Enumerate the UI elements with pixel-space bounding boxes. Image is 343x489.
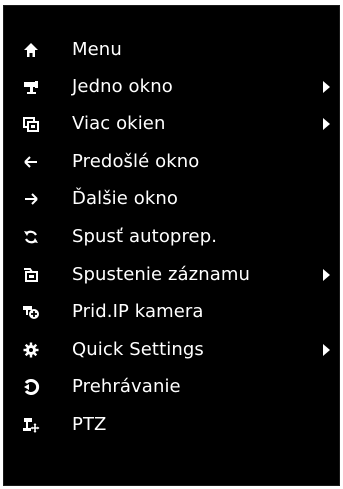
chevron-right-icon bbox=[323, 81, 330, 93]
menu-item-single-window[interactable]: Jedno okno bbox=[4, 68, 339, 106]
menu-item-label: Prehrávanie bbox=[72, 376, 181, 397]
chevron-right-icon bbox=[323, 269, 330, 281]
menu-item-label: Spustenie záznamu bbox=[72, 264, 250, 285]
menu-item-label: Ďalšie okno bbox=[72, 188, 179, 209]
menu-item-quick-settings[interactable]: Quick Settings bbox=[4, 331, 339, 369]
menu-item-label: Spusť autoprep. bbox=[72, 226, 218, 247]
menu-item-previous-window[interactable]: Predošlé okno bbox=[4, 143, 339, 181]
menu-item-multi-window[interactable]: Viac okien bbox=[4, 105, 339, 143]
menu-item-label: Menu bbox=[72, 39, 122, 60]
playback-icon bbox=[22, 378, 40, 396]
arrow-right-icon bbox=[22, 190, 40, 208]
chevron-right-icon bbox=[323, 118, 330, 130]
menu-item-label: Jedno okno bbox=[72, 76, 173, 97]
add-camera-icon bbox=[22, 303, 40, 321]
chevron-right-icon bbox=[323, 344, 330, 356]
menu-item-add-ip-camera[interactable]: Prid.IP kamera bbox=[4, 293, 339, 331]
ptz-icon bbox=[22, 416, 40, 434]
refresh-icon bbox=[22, 228, 40, 246]
menu-item-playback[interactable]: Prehrávanie bbox=[4, 368, 339, 406]
arrow-left-icon bbox=[22, 153, 40, 171]
menu-item-label: Predošlé okno bbox=[72, 151, 200, 172]
camera-icon bbox=[22, 78, 40, 96]
home-icon bbox=[22, 41, 40, 59]
context-menu: Menu Jedno okno Viac okien Predošlé okno… bbox=[3, 5, 340, 486]
menu-item-label: Viac okien bbox=[72, 113, 166, 134]
menu-item-label: PTZ bbox=[72, 414, 107, 435]
menu-item-next-window[interactable]: Ďalšie okno bbox=[4, 180, 339, 218]
menu-item-label: Quick Settings bbox=[72, 339, 204, 360]
menu-item-start-auto-switch[interactable]: Spusť autoprep. bbox=[4, 218, 339, 256]
record-icon bbox=[22, 266, 40, 284]
gear-icon bbox=[22, 341, 40, 359]
menu-item-start-recording[interactable]: Spustenie záznamu bbox=[4, 256, 339, 294]
menu-item-label: Prid.IP kamera bbox=[72, 301, 204, 322]
menu-item-ptz[interactable]: PTZ bbox=[4, 406, 339, 444]
multi-window-icon bbox=[22, 115, 40, 133]
menu-item-menu[interactable]: Menu bbox=[4, 31, 339, 69]
